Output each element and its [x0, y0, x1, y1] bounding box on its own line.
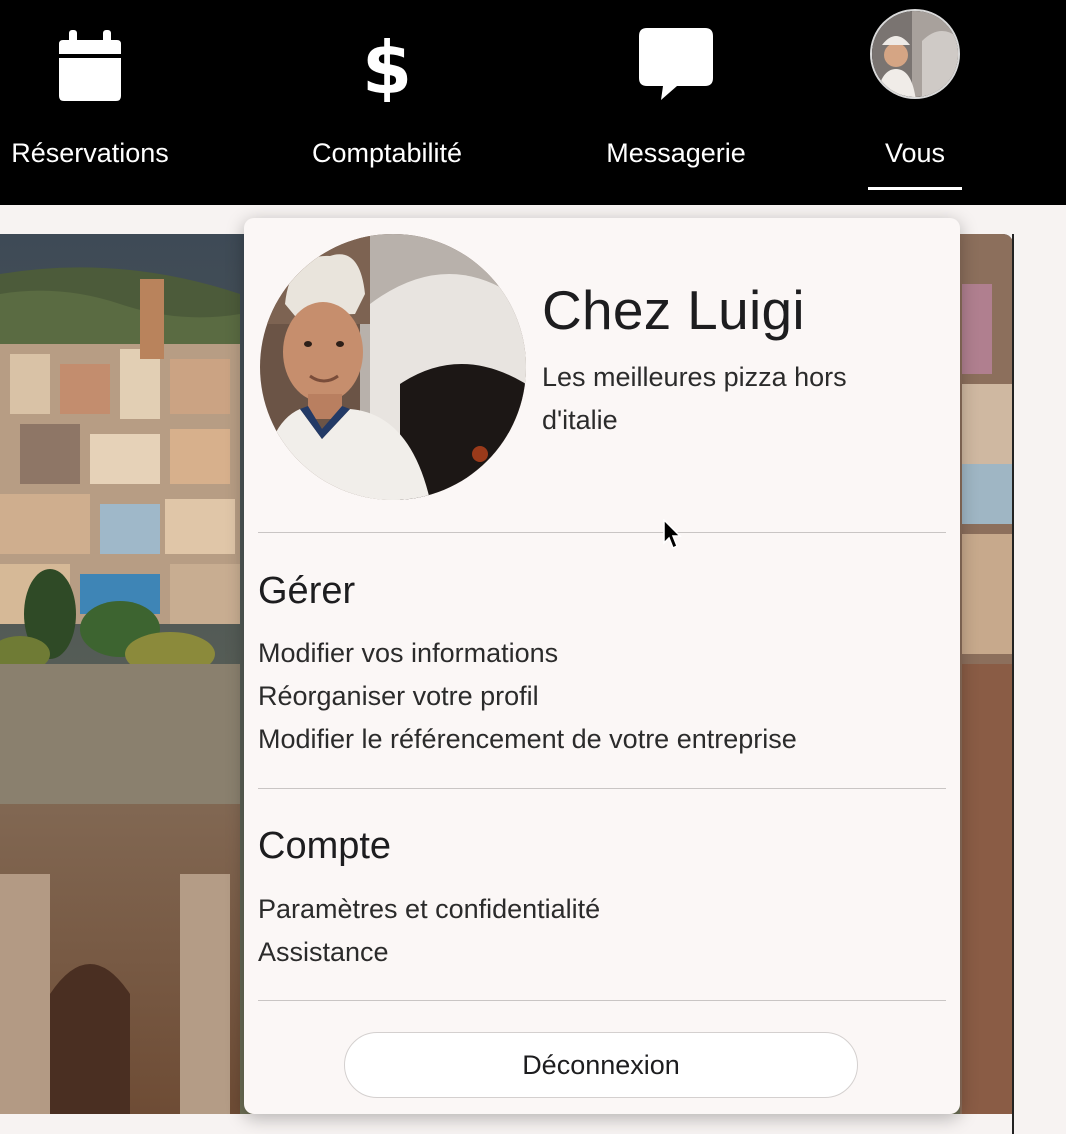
link-edit-business-listing[interactable]: Modifier le référencement de votre entre… [258, 724, 797, 755]
nav-label-comptabilite: Comptabilité [311, 138, 463, 168]
divider [258, 532, 946, 533]
svg-text:$: $ [362, 30, 412, 102]
avatar [870, 9, 960, 99]
link-support[interactable]: Assistance [258, 937, 389, 968]
divider [258, 788, 946, 789]
section-title-manage: Gérer [258, 570, 356, 612]
dollar-icon: $ [362, 30, 412, 102]
profile-photo [260, 234, 526, 500]
section-title-account: Compte [258, 825, 392, 867]
business-tagline: Les meilleures pizza hors d'italie [542, 362, 847, 435]
nav-item-messagerie[interactable]: Messagerie [586, 0, 766, 205]
card-edge [1012, 234, 1014, 1134]
top-navigation-bar: Réservations $ Comptabilité Messagerie V… [0, 0, 1066, 205]
mouse-cursor-icon [663, 519, 682, 550]
nav-item-vous[interactable]: Vous [868, 0, 962, 205]
nav-item-reservations[interactable]: Réservations [0, 0, 180, 205]
logout-button[interactable]: Déconnexion [344, 1032, 858, 1098]
link-edit-information[interactable]: Modifier vos informations [258, 638, 558, 669]
active-tab-underline [868, 187, 962, 190]
business-name: Chez Luigi [542, 279, 805, 341]
nav-label-reservations: Réservations [11, 138, 169, 168]
nav-item-comptabilite[interactable]: $ Comptabilité [297, 0, 477, 205]
divider [258, 1000, 946, 1001]
chat-bubble-icon [639, 28, 713, 100]
link-settings-privacy[interactable]: Paramètres et confidentialité [258, 894, 600, 925]
profile-dropdown: Chez Luigi Les meilleures pizza hors d'i… [244, 218, 960, 1114]
nav-label-messagerie: Messagerie [606, 138, 746, 168]
nav-label-vous: Vous [884, 138, 946, 168]
link-reorganize-profile[interactable]: Réorganiser votre profil [258, 681, 539, 712]
calendar-icon [59, 30, 121, 101]
